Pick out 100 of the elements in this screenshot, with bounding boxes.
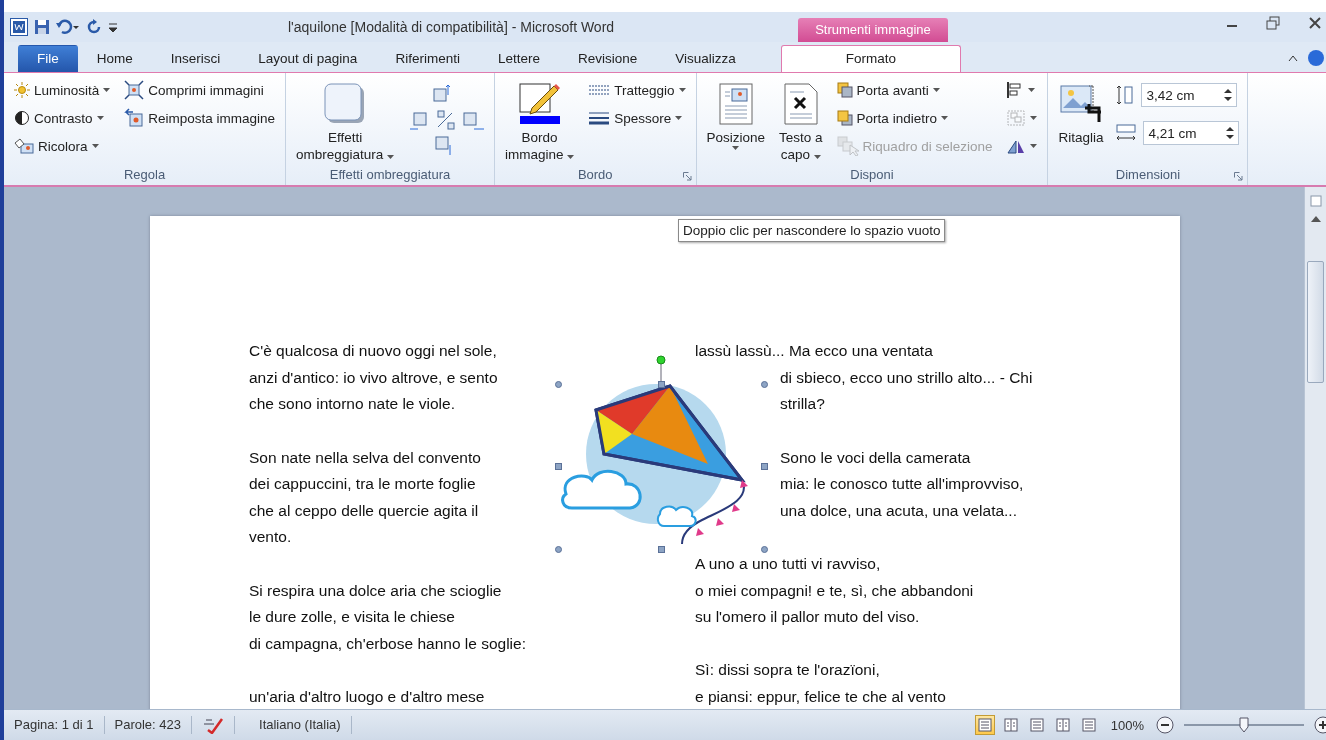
- view-layout-icon: [1055, 718, 1070, 732]
- recolor-icon: [14, 138, 34, 154]
- ribbon-tab[interactable]: Layout di pagina: [239, 45, 377, 72]
- resize-handle[interactable]: [658, 381, 665, 388]
- ribbon-button[interactable]: Comprimi immagini: [122, 77, 278, 103]
- proofing-icon[interactable]: [202, 716, 224, 734]
- ribbon-button[interactable]: Ricolora: [12, 133, 113, 159]
- word-count[interactable]: Parole: 423: [104, 716, 192, 734]
- word-logo-icon[interactable]: [10, 18, 28, 36]
- ribbon-tab[interactable]: Riferimenti: [376, 45, 479, 72]
- ribbon-button[interactable]: Porta avanti: [834, 77, 995, 103]
- resize-handle[interactable]: [555, 463, 562, 470]
- close-icon[interactable]: [1308, 16, 1322, 30]
- poem-line: un'aria d'altro luogo e d'altro mese: [249, 687, 485, 707]
- tooltip: Doppio clic per nascondere lo spazio vuoto: [678, 219, 946, 242]
- scroll-up-icon[interactable]: [1310, 215, 1321, 223]
- help-icon[interactable]: [1308, 50, 1324, 66]
- ribbon-large-button[interactable]: Ritaglia: [1056, 77, 1106, 165]
- spin-arrows-icon[interactable]: [1224, 88, 1233, 102]
- vertical-scrollbar[interactable]: [1304, 187, 1326, 709]
- caret-icon: [386, 155, 394, 159]
- ribbon-group-title: Bordo: [577, 166, 613, 184]
- poem-line: vento.: [249, 527, 292, 548]
- sun-icon: [14, 82, 30, 98]
- poem-line: le dure zolle, e visita le chiese: [249, 607, 455, 628]
- resize-handle[interactable]: [555, 381, 562, 388]
- customize-toolbar-icon[interactable]: [108, 20, 118, 34]
- poem-line: o miei compagni! e te, sì, che abbandoni: [695, 580, 974, 601]
- save-icon[interactable]: [34, 19, 50, 35]
- ribbon-tab[interactable]: Visualizza: [656, 45, 755, 72]
- view-button[interactable]: [974, 715, 995, 735]
- view-layout-icon: [977, 718, 992, 732]
- caret-icon: [813, 155, 821, 159]
- shadow-box-icon: [323, 82, 367, 126]
- width-icon: [1115, 123, 1138, 143]
- ribbon-tab[interactable]: Formato: [780, 45, 962, 72]
- ribbon-group-title: Dimensioni: [1115, 166, 1181, 184]
- view-layout-icon: [1029, 718, 1044, 732]
- scrollbar-thumb[interactable]: [1307, 261, 1324, 383]
- contrast-icon: [14, 110, 30, 126]
- ribbon-button[interactable]: Contrasto: [12, 105, 113, 131]
- dialog-launcher-icon[interactable]: [682, 172, 692, 181]
- spin-arrows-icon[interactable]: [1226, 126, 1235, 140]
- resize-handle[interactable]: [555, 546, 562, 553]
- ribbon-group-title: Disponi: [850, 166, 894, 184]
- resize-handle[interactable]: [761, 381, 768, 388]
- resize-handle[interactable]: [658, 546, 665, 553]
- ribbon-large-button[interactable]: Effetti ombreggiatura: [294, 77, 396, 165]
- caret-icon: [940, 116, 948, 120]
- selection-pane-icon: [836, 136, 859, 156]
- caret-icon: [91, 144, 99, 148]
- group-icon: [1006, 109, 1027, 127]
- restore-icon[interactable]: [1266, 16, 1280, 30]
- resize-handle[interactable]: [761, 463, 768, 470]
- ribbon-large-button[interactable]: Posizione: [704, 77, 768, 165]
- caret-icon: [1030, 144, 1038, 148]
- poem-line: e piansi: eppur, felice te che al vento: [695, 687, 946, 707]
- poem-line: di sbieco, ecco uno strillo alto... - Chi: [780, 367, 1033, 388]
- picture-reset-icon: [124, 108, 145, 128]
- ribbon-button[interactable]: Spessore: [586, 105, 688, 131]
- ribbon-large-button[interactable]: Bordo immagine: [502, 77, 577, 165]
- ribbon-tab[interactable]: Revisione: [558, 45, 657, 72]
- poem-line: Si respira una dolce aria che scioglie: [249, 580, 502, 601]
- ribbon-tab[interactable]: Inserisci: [151, 45, 240, 72]
- minimize-ribbon-icon[interactable]: [1288, 54, 1298, 62]
- resize-handle[interactable]: [761, 546, 768, 553]
- size-field[interactable]: 4,21 cm: [1143, 121, 1240, 145]
- ribbon-large-button[interactable]: Testo a capo: [777, 77, 825, 165]
- ribbon-button[interactable]: Luminosità: [12, 77, 113, 103]
- poem-line: lassù lassù... Ma ecco una ventata: [695, 341, 933, 362]
- compress-icon: [124, 80, 145, 100]
- ribbon-tab[interactable]: Home: [77, 45, 152, 72]
- ruler-toggle-icon[interactable]: [1309, 195, 1322, 207]
- undo-icon[interactable]: [56, 19, 80, 35]
- bring-forward-icon: [836, 82, 853, 98]
- zoom-slider-thumb[interactable]: [1239, 717, 1249, 733]
- caret-icon: [1030, 116, 1038, 120]
- ribbon-tab[interactable]: Lettere: [478, 45, 559, 72]
- page-count[interactable]: Pagina: 1 di 1: [4, 716, 105, 734]
- context-tab-label: Strumenti immagine: [798, 18, 948, 42]
- poem-line: Sono le voci della camerata: [780, 447, 971, 468]
- ribbon-button[interactable]: Porta indietro: [834, 105, 995, 131]
- ribbon-group-title: Regola: [123, 166, 166, 184]
- ribbon-button[interactable]: Reimposta immagine: [122, 105, 278, 131]
- language-status[interactable]: Italiano (Italia): [235, 716, 352, 734]
- view-layout-icon: [1003, 718, 1018, 732]
- zoom-out-icon[interactable]: [1156, 716, 1174, 734]
- ribbon-button[interactable]: Tratteggio: [586, 77, 688, 103]
- height-icon: [1115, 84, 1136, 106]
- zoom-level[interactable]: 100%: [1104, 717, 1150, 733]
- redo-icon[interactable]: [86, 19, 102, 35]
- caret-icon: [567, 155, 575, 159]
- page-wrap-icon: [782, 82, 819, 126]
- file-menu-tab[interactable]: File: [18, 45, 78, 72]
- dialog-launcher-icon[interactable]: [1234, 172, 1244, 181]
- caret-icon: [96, 116, 104, 120]
- page-picture-icon: [717, 82, 754, 126]
- size-field[interactable]: 3,42 cm: [1141, 83, 1238, 107]
- poem-line: su l'omero il pallor muto del viso.: [695, 607, 920, 628]
- poem-line: dei cappuccini, tra le morte foglie: [249, 474, 476, 495]
